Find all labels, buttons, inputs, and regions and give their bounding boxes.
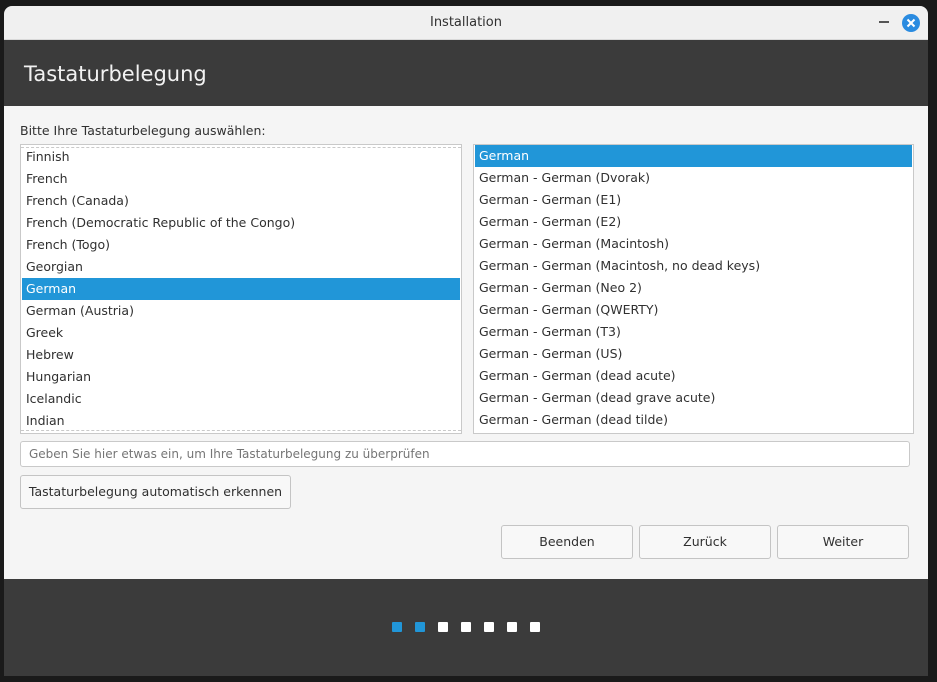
progress-step-dot <box>392 622 402 632</box>
list-item[interactable]: German - German (Dvorak) <box>475 167 912 189</box>
list-item[interactable]: German - German (dead tilde) <box>475 409 912 431</box>
list-item[interactable]: German <box>22 278 460 300</box>
list-item[interactable]: French <box>22 168 460 190</box>
list-item[interactable]: Indian <box>22 410 460 432</box>
minimize-icon[interactable] <box>879 21 889 23</box>
list-item[interactable]: French (Togo) <box>22 234 460 256</box>
list-item[interactable]: German - German (T3) <box>475 321 912 343</box>
keyboard-layout-list[interactable]: Finnish French French (Canada) French (Demo… <box>20 144 462 434</box>
main-content: Bitte Ihre Tastaturbelegung auswählen: F… <box>4 106 928 579</box>
list-item[interactable]: German (Austria) <box>22 300 460 322</box>
list-item[interactable]: French (Democratic Republic of the Congo… <box>22 212 460 234</box>
list-item[interactable]: German - German (QWERTY) <box>475 299 912 321</box>
list-item[interactable]: German - German (US) <box>475 343 912 365</box>
progress-step-dot <box>530 622 540 632</box>
progress-step-dot <box>507 622 517 632</box>
list-item[interactable]: German <box>475 145 912 167</box>
quit-button[interactable]: Beenden <box>501 525 633 559</box>
layout-prompt-label: Bitte Ihre Tastaturbelegung auswählen: <box>20 123 266 138</box>
list-item[interactable]: German - German (dead acute) <box>475 365 912 387</box>
list-item[interactable]: German - German (Macintosh, no dead keys… <box>475 255 912 277</box>
progress-footer <box>4 579 928 676</box>
installer-window: Installation Tastaturbelegung Bitte Ihre… <box>4 6 928 676</box>
progress-step-dot <box>461 622 471 632</box>
list-item[interactable]: German - German (Macintosh) <box>475 233 912 255</box>
list-item[interactable]: Georgian <box>22 256 460 278</box>
progress-step-dot <box>438 622 448 632</box>
close-icon[interactable] <box>902 14 920 32</box>
list-item[interactable]: German - German (E2) <box>475 211 912 233</box>
title-bar: Installation <box>4 6 928 40</box>
progress-step-dot <box>415 622 425 632</box>
window-title: Installation <box>429 15 502 30</box>
back-button[interactable]: Zurück <box>639 525 771 559</box>
page-header: Tastaturbelegung <box>4 40 928 106</box>
page-title: Tastaturbelegung <box>24 62 207 86</box>
list-item[interactable]: Hungarian <box>22 366 460 388</box>
list-item[interactable]: German - German (dead grave acute) <box>475 387 912 409</box>
list-item[interactable]: Hebrew <box>22 344 460 366</box>
list-item[interactable]: German - German (E1) <box>475 189 912 211</box>
next-button[interactable]: Weiter <box>777 525 909 559</box>
detect-layout-button[interactable]: Tastaturbelegung automatisch erkennen <box>20 475 291 509</box>
list-item[interactable]: Finnish <box>22 146 460 168</box>
list-item[interactable]: Icelandic <box>22 388 460 410</box>
list-item[interactable]: Greek <box>22 322 460 344</box>
list-item[interactable]: German - German (Neo 2) <box>475 277 912 299</box>
keyboard-variant-list[interactable]: German German - German (Dvorak) German - G… <box>473 144 914 434</box>
list-item[interactable]: French (Canada) <box>22 190 460 212</box>
layout-test-input[interactable] <box>20 441 910 467</box>
progress-step-dot <box>484 622 494 632</box>
